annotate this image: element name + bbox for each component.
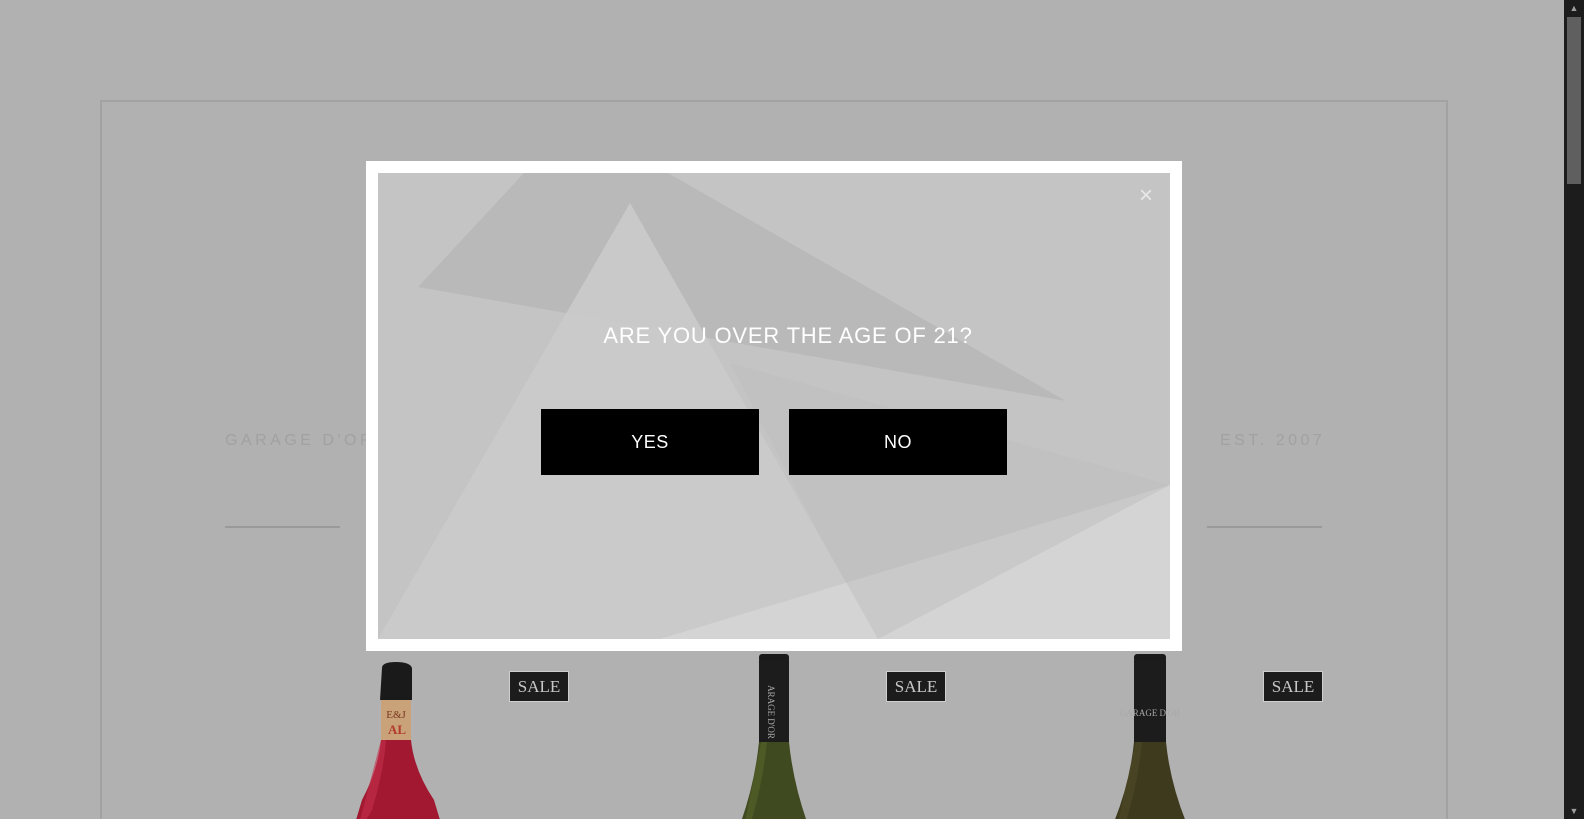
product-bottle-white[interactable]: ARAGE D'OR [735, 652, 815, 819]
sale-badge: SALE [886, 671, 946, 702]
sale-badge: SALE [509, 671, 569, 702]
scroll-up-arrow-icon[interactable]: ▲ [1564, 0, 1584, 16]
scroll-down-arrow-icon[interactable]: ▼ [1564, 803, 1584, 819]
age-question: ARE YOU OVER THE AGE OF 21? [603, 323, 973, 348]
sale-badge: SALE [1263, 671, 1323, 702]
divider-left [225, 526, 340, 528]
page-scrollbar[interactable]: ▲ ▼ [1564, 0, 1584, 819]
bottle-label-fragment: ARAGE D'OR [766, 685, 776, 739]
divider-right [1207, 526, 1322, 528]
close-icon[interactable]: × [1135, 184, 1157, 208]
yes-button[interactable]: YES [541, 409, 759, 475]
brand-name: GARAGE D'OR [225, 432, 376, 449]
product-bottle-rose[interactable]: E&J AL [350, 660, 450, 819]
geometric-background [378, 173, 1170, 639]
bottle-label-fragment: GARAGE D'OR [1120, 708, 1180, 718]
product-bottle-orange[interactable]: GARAGE D'OR [1106, 652, 1196, 819]
no-button[interactable]: NO [789, 409, 1007, 475]
scrollbar-thumb[interactable] [1567, 17, 1581, 184]
established-year: EST. 2007 [1220, 432, 1326, 449]
bottle-label-fragment: AL [388, 722, 406, 737]
age-verification-modal: × ARE YOU OVER THE AGE OF 21? YES NO [366, 161, 1182, 651]
svg-text:E&J: E&J [386, 709, 406, 721]
modal-panel: × ARE YOU OVER THE AGE OF 21? YES NO [378, 173, 1170, 639]
